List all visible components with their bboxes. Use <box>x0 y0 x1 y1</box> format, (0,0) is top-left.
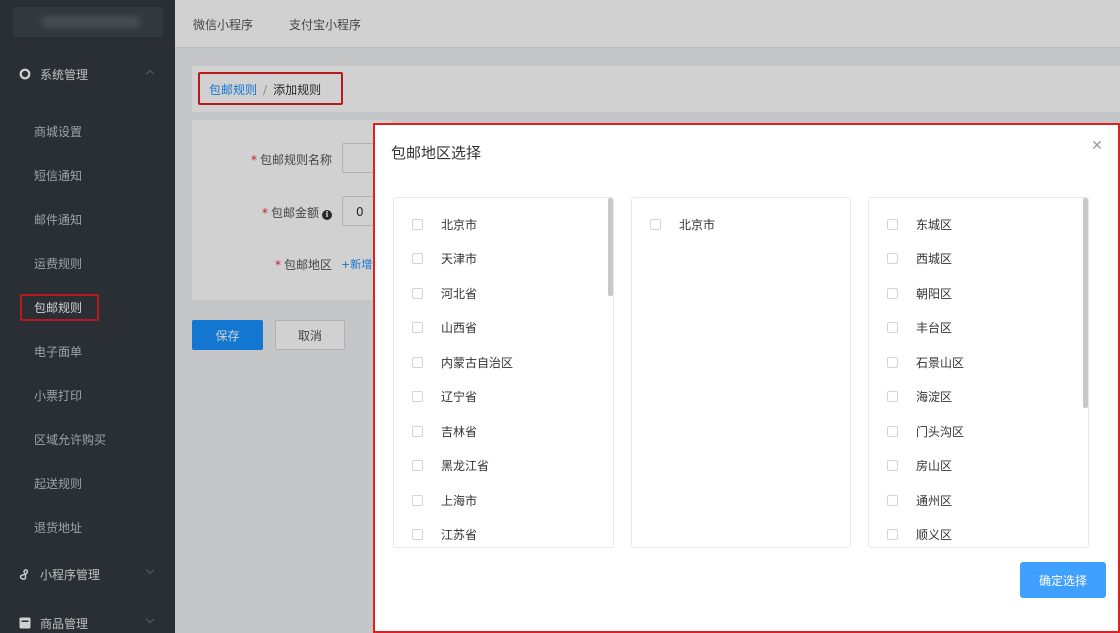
scrollbar-thumb[interactable] <box>608 198 613 296</box>
city-panel: 北京市 <box>631 197 851 548</box>
checkbox[interactable] <box>887 321 898 333</box>
list-item[interactable]: 河北省 <box>412 283 477 303</box>
checkbox[interactable] <box>412 390 423 402</box>
list-item[interactable]: 顺义区 <box>887 524 952 544</box>
list-item[interactable]: 天津市 <box>412 248 477 268</box>
checkbox[interactable] <box>887 425 898 437</box>
checkbox[interactable] <box>887 356 898 368</box>
scrollbar-thumb[interactable] <box>1083 198 1088 408</box>
list-item[interactable]: 上海市 <box>412 490 477 510</box>
confirm-selection-button[interactable]: 确定选择 <box>1020 562 1106 598</box>
checkbox[interactable] <box>412 252 423 264</box>
list-item[interactable]: 海淀区 <box>887 386 952 406</box>
district-panel: 东城区 西城区 朝阳区 丰台区 石景山区 海淀区 门头沟区 房山区 通州区 顺义… <box>868 197 1089 548</box>
list-item[interactable]: 吉林省 <box>412 421 477 441</box>
list-item[interactable]: 门头沟区 <box>887 421 964 441</box>
list-item[interactable]: 山西省 <box>412 317 477 337</box>
checkbox[interactable] <box>412 356 423 368</box>
checkbox[interactable] <box>412 425 423 437</box>
checkbox[interactable] <box>887 528 898 540</box>
province-panel: 北京市 天津市 河北省 山西省 内蒙古自治区 辽宁省 吉林省 黑龙江省 上海市 … <box>393 197 614 548</box>
list-item[interactable]: 北京市 <box>650 214 715 234</box>
list-item[interactable]: 北京市 <box>412 214 477 234</box>
list-item[interactable]: 辽宁省 <box>412 386 477 406</box>
scrollbar[interactable] <box>608 198 613 547</box>
checkbox[interactable] <box>887 494 898 506</box>
checkbox[interactable] <box>412 321 423 333</box>
checkbox[interactable] <box>650 218 661 230</box>
close-icon[interactable]: ✕ <box>1090 139 1104 153</box>
list-item[interactable]: 东城区 <box>887 214 952 234</box>
checkbox[interactable] <box>887 459 898 471</box>
checkbox[interactable] <box>412 494 423 506</box>
list-item[interactable]: 江苏省 <box>412 524 477 544</box>
list-item[interactable]: 黑龙江省 <box>412 455 489 475</box>
scrollbar[interactable] <box>1083 198 1088 547</box>
checkbox[interactable] <box>887 252 898 264</box>
list-item[interactable]: 丰台区 <box>887 317 952 337</box>
modal-title: 包邮地区选择 <box>391 144 482 162</box>
checkbox[interactable] <box>412 218 423 230</box>
list-item[interactable]: 通州区 <box>887 490 952 510</box>
list-item[interactable]: 朝阳区 <box>887 283 952 303</box>
region-select-modal: 包邮地区选择 ✕ 北京市 天津市 河北省 山西省 内蒙古自治区 辽宁省 吉林省 … <box>373 123 1120 633</box>
checkbox[interactable] <box>412 528 423 540</box>
checkbox[interactable] <box>887 287 898 299</box>
checkbox[interactable] <box>412 287 423 299</box>
list-item[interactable]: 西城区 <box>887 248 952 268</box>
list-item[interactable]: 内蒙古自治区 <box>412 352 513 372</box>
checkbox[interactable] <box>887 390 898 402</box>
checkbox[interactable] <box>887 218 898 230</box>
checkbox[interactable] <box>412 459 423 471</box>
list-item[interactable]: 石景山区 <box>887 352 964 372</box>
list-item[interactable]: 房山区 <box>887 455 952 475</box>
